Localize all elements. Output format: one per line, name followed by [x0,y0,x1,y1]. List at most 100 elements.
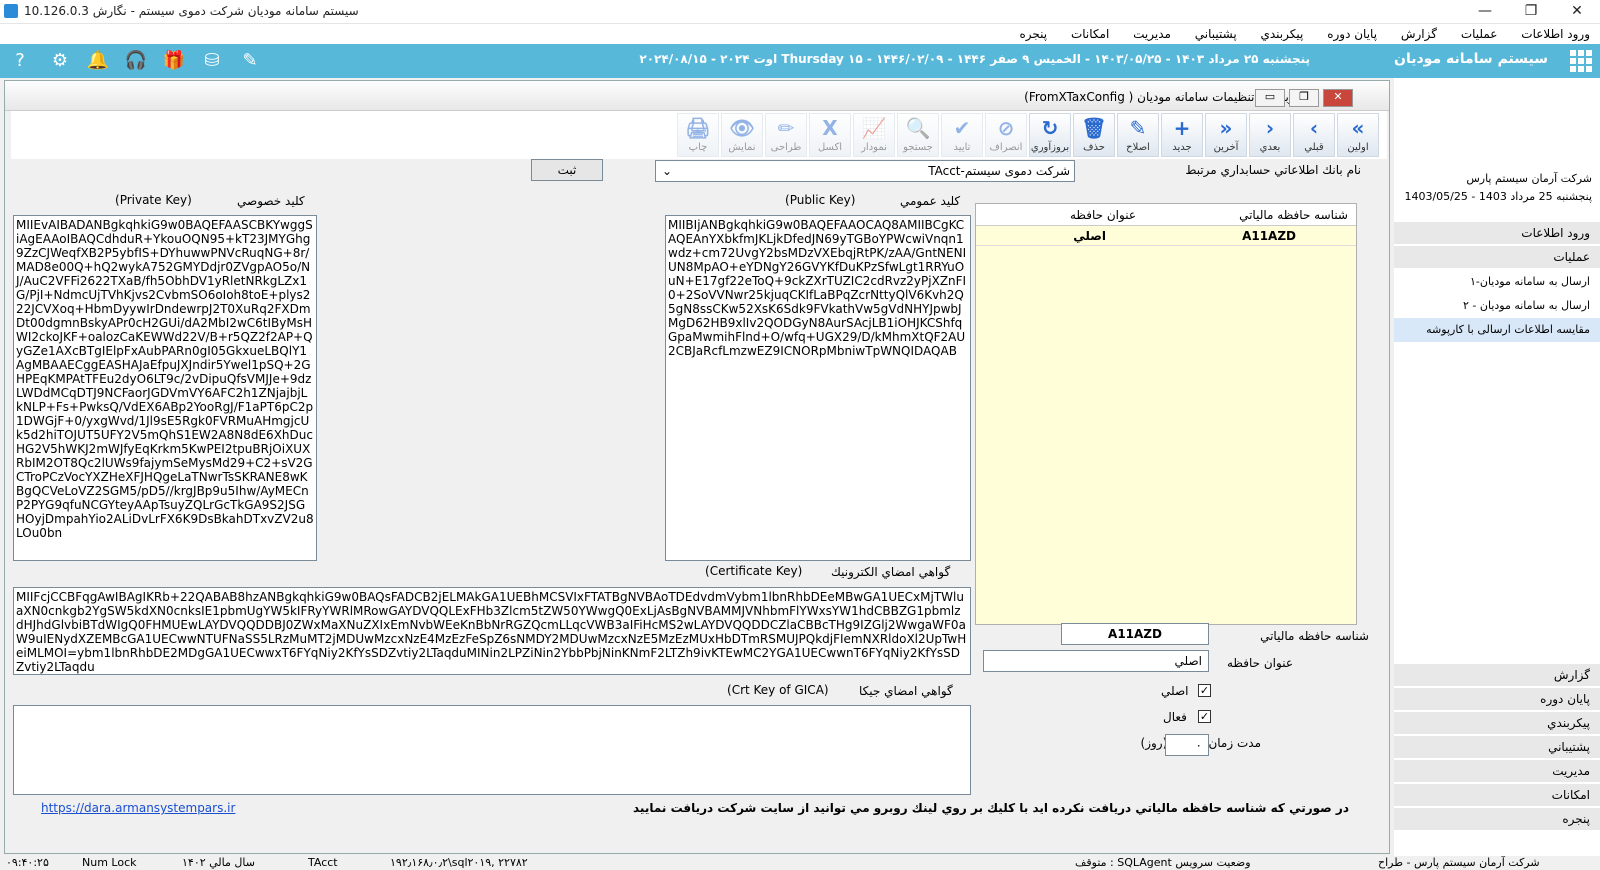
menu-item[interactable]: ورود اطلاعات [1511,24,1600,44]
bank-select[interactable]: ⌄ TAcct-شرکت دموی سیستم [655,160,1075,182]
new-button[interactable]: + جدید [1161,113,1203,157]
refresh-icon: ↻ [1041,116,1059,140]
child-minimize-button[interactable]: ▭ [1255,89,1285,107]
menu-item[interactable]: گزارش [1391,24,1447,44]
last-button[interactable]: » آخرین [1205,113,1247,157]
view-button[interactable]: 👁 نمایش [721,113,763,157]
refresh-button[interactable]: ↻ بروزآوري [1029,113,1071,157]
search-button[interactable]: 🔍 جستجو [897,113,939,157]
days-field[interactable]: ۰ [1165,734,1209,756]
public-key-label-en: (Public Key) [785,193,856,207]
public-key-field[interactable]: MIIBIjANBgkqhkiG9w0BAQEFAAOCAQ8AMIIBCgKC… [665,215,971,561]
private-key-field[interactable]: MIIEvAIBADANBgkqhkiG9w0BAQEFAASCBKYwggSi… [13,215,317,561]
excel-icon: X [822,116,838,140]
help-icon[interactable]: ? [8,49,32,73]
excel-button[interactable]: X اکسل [809,113,851,157]
sidebar-item-config[interactable]: پیکربندي [1394,712,1600,735]
grid-cell-id: A11AZD [1242,229,1296,243]
cancel-button[interactable]: ⊘ انصراف [985,113,1027,157]
toolbar-label: اولین [1347,142,1369,153]
menu-item[interactable]: عملیات [1451,24,1508,44]
table-row[interactable]: A11AZD اصلي [976,226,1356,246]
sidebar-item-features[interactable]: امکانات [1394,784,1600,807]
sidebar-subitem-compare[interactable]: مقایسه اطلاعات ارسالی با کارپوشه [1394,318,1600,342]
gear-icon[interactable]: ⚙ [48,49,72,73]
tax-id-field[interactable]: A11AZD [1061,623,1209,645]
sidebar-item-data-entry[interactable]: ورود اطلاعات [1394,222,1600,245]
toolbar-label: حذف [1083,142,1105,153]
menu-item[interactable]: مدیریت [1123,24,1181,44]
bell-icon[interactable]: 🔔 [86,49,110,73]
status-fiscal-year: سال مالي ۱۴۰۲ [182,856,255,869]
print-button[interactable]: 🖨 چاپ [677,113,719,157]
first-button[interactable]: « اولین [1337,113,1379,157]
save-button[interactable]: ثبت [531,159,603,181]
sidebar-item-support[interactable]: پشتیباني [1394,736,1600,759]
child-close-button[interactable]: ✕ [1323,89,1353,107]
memory-title-field[interactable]: اصلي [983,650,1209,672]
sidebar-item-report[interactable]: گزارش [1394,664,1600,687]
menu-item[interactable]: پایان دوره [1317,24,1387,44]
sidebar-item-period-end[interactable]: پایان دوره [1394,688,1600,711]
active-checkbox[interactable]: ✓ [1198,710,1211,723]
sidebar-item-operations[interactable]: عملیات [1394,246,1600,269]
apps-grid-icon[interactable] [1570,50,1592,72]
window-titlebar: سیستم سامانه مودیان شرکت دموی سیستم - نگ… [0,0,1600,24]
gica-key-label-en: (Crt Key of GICA) [727,683,829,697]
sidebar-subitem-send-1[interactable]: ارسال به سامانه مودیان-۱ [1394,270,1600,294]
private-key-label: كليد خصوصي [237,194,305,208]
system-name: سیستم سامانه مودیان [1394,51,1548,67]
gift-icon[interactable]: 🎁 [162,49,186,73]
tools-icon[interactable]: ✎ [238,49,262,73]
sidebar-subitem-send-2[interactable]: ارسال به سامانه مودیان - ۲ [1394,294,1600,318]
grid-col-id[interactable]: شناسه حافظه مالياتي [1239,208,1348,222]
chart-icon: 📈 [861,116,887,140]
sql-icon[interactable]: ⛁ [200,49,224,73]
app-icon [4,4,18,18]
private-key-label-en: (Private Key) [115,193,192,207]
sidebar-item-window[interactable]: پنجره [1394,808,1600,831]
delete-icon: 🗑 [1081,116,1107,140]
prev-button[interactable]: ‹ قبلي [1293,113,1335,157]
confirm-button[interactable]: ✔ تایید [941,113,983,157]
registration-link[interactable]: https://dara.armansystempars.ir [41,801,235,815]
menu-item[interactable]: امکانات [1061,24,1119,44]
toolbar-label: بروزآوري [1030,142,1070,153]
bank-label: نام بانك اطلاعاتي حسابداري مرتبط [1185,163,1361,177]
toolbar-label: طراحی [770,142,802,153]
toolbar: « اولین ‹ قبلي › بعدي » آخرین + جدید ✎ اصلاح 🗑 حذف ↻ بر… [11,111,1387,159]
delete-button[interactable]: 🗑 حذف [1073,113,1115,157]
toolbar-label: جستجو [903,142,933,153]
cert-key-label-en: (Certificate Key) [705,564,803,578]
maximize-button[interactable]: ❐ [1508,0,1554,24]
main-checkbox[interactable]: ✓ [1198,684,1211,697]
sidebar-date: پنجشنبه 25 مرداد 1403 - 1403/05/25 [1404,190,1592,203]
chart-button[interactable]: 📈 نمودار [853,113,895,157]
menu-item[interactable]: پیکربندي [1250,24,1313,44]
active-label: فعال [1163,710,1187,724]
cert-key-field[interactable]: MIIFcjCCBFqgAwIBAgIKRb+22QABAB8hzANBgkqh… [13,587,971,675]
sidebar-item-management[interactable]: مدیریت [1394,760,1600,783]
config-window-caption: پیکربندي : تنظیمات سامانه مودیان ( FromX… [5,81,1389,111]
grid-col-title[interactable]: عنوان حافظه [1070,208,1136,222]
menu-item[interactable]: پنجره [1009,24,1057,44]
gica-key-field[interactable] [13,705,971,795]
print-icon: 🖨 [685,116,711,140]
edit-button[interactable]: ✎ اصلاح [1117,113,1159,157]
menu-item[interactable]: پشتیباني [1185,24,1247,44]
minimize-button[interactable]: — [1462,0,1508,24]
child-restore-button[interactable]: ❐ [1289,89,1319,107]
date-line: پنجشنبه ۲۵ مرداد ۱۴۰۳ - ۱۴۰۳/۰۵/۲۵ - الخ… [639,52,1310,66]
headset-icon[interactable]: 🎧 [124,49,148,73]
toolbar-label: آخرین [1213,142,1239,153]
first-icon: « [1351,116,1365,140]
close-button[interactable]: ✕ [1554,0,1600,24]
toolbar-label: چاپ [688,142,708,153]
public-key-label: كليد عمومي [900,194,961,208]
status-server: ۱۹۲٫۱۶۸٫۰٫۲\sql۲۰۱۹, ۲۲۷۸۲ [390,856,528,869]
gica-key-label: گواهي امضاي جيكا [859,684,953,698]
design-button[interactable]: ✏ طراحی [765,113,807,157]
next-button[interactable]: › بعدي [1249,113,1291,157]
memory-title-label: عنوان حافظه [1226,656,1293,670]
note-text: در صورتي كه شناسه حافظه مالياتي دريافت ن… [633,801,1349,815]
